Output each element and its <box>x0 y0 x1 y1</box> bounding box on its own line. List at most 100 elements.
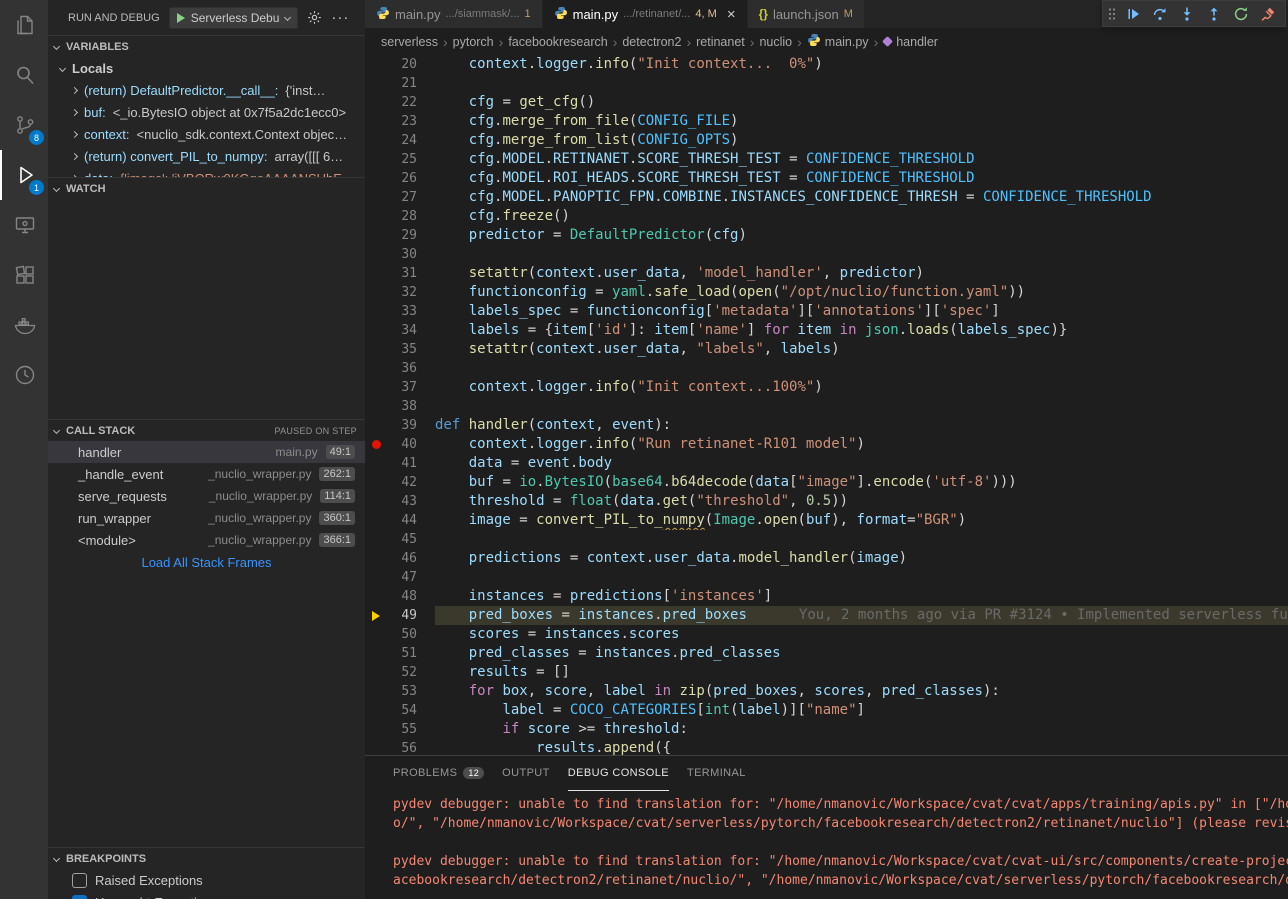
panel-tab-problems[interactable]: PROBLEMS12 <box>393 756 484 791</box>
code-line[interactable]: 30 <box>365 245 1288 264</box>
breadcrumb-item-main-py[interactable]: main.py <box>807 33 869 50</box>
activity-bar-item-plugin[interactable] <box>0 350 48 400</box>
tab-main-py[interactable]: main.py.../retinanet/...4, M× <box>543 0 747 28</box>
variable-row[interactable]: context:<nuclio_sdk.context.Context obje… <box>48 123 365 145</box>
code-line[interactable]: 48 instances = predictions['instances'] <box>365 587 1288 606</box>
panel-tab-terminal[interactable]: TERMINAL <box>687 756 746 791</box>
code-line[interactable]: 56 results.append({ <box>365 739 1288 755</box>
code-line[interactable]: 47 <box>365 568 1288 587</box>
code-line[interactable]: 42 buf = io.BytesIO(base64.b64decode(dat… <box>365 473 1288 492</box>
stack-frame-row[interactable]: handlermain.py49:1 <box>48 441 365 463</box>
code-line[interactable]: 52 results = [] <box>365 663 1288 682</box>
activity-bar-item-run-and-debug[interactable]: 1 <box>0 150 48 200</box>
code-line[interactable]: 49 pred_boxes = instances.pred_boxesYou,… <box>365 606 1288 625</box>
code-line[interactable]: 53 for box, score, label in zip(pred_box… <box>365 682 1288 701</box>
code-line[interactable]: 38 <box>365 397 1288 416</box>
code-line[interactable]: 29 predictor = DefaultPredictor(cfg) <box>365 226 1288 245</box>
code-line[interactable]: 51 pred_classes = instances.pred_classes <box>365 644 1288 663</box>
activity-bar-item-explorer[interactable] <box>0 0 48 50</box>
breakpoint-checkbox[interactable]: ✓ <box>72 895 87 899</box>
breadcrumb-item-nuclio[interactable]: nuclio <box>759 35 792 49</box>
debug-config-picker[interactable]: Serverless Debu <box>169 7 299 29</box>
code-line[interactable]: 22 cfg = get_cfg() <box>365 93 1288 112</box>
stack-frame-row[interactable]: run_wrapper_nuclio_wrapper.py360:1 <box>48 507 365 529</box>
code-line[interactable]: 34 labels = {item['id']: item['name'] fo… <box>365 321 1288 340</box>
breadcrumb-item-serverless[interactable]: serverless <box>381 35 438 49</box>
breadcrumb-item-pytorch[interactable]: pytorch <box>453 35 494 49</box>
code-line[interactable]: 37 context.logger.info("Init context...1… <box>365 378 1288 397</box>
gutter-glyph-margin[interactable] <box>365 435 387 454</box>
debug-settings-gear-icon[interactable] <box>307 10 322 25</box>
code-line[interactable]: 46 predictions = context.user_data.model… <box>365 549 1288 568</box>
activity-bar-item-source-control[interactable]: 8 <box>0 100 48 150</box>
panel-tabs: PROBLEMS12 OUTPUT DEBUG CONSOLE TERMINAL <box>365 756 1288 791</box>
breadcrumb-label: detectron2 <box>622 35 681 49</box>
code-line[interactable]: 36 <box>365 359 1288 378</box>
code-line[interactable]: 26 cfg.MODEL.ROI_HEADS.SCORE_THRESH_TEST… <box>365 169 1288 188</box>
code-line[interactable]: 24 cfg.merge_from_list(CONFIG_OPTS) <box>365 131 1288 150</box>
variable-row[interactable]: data:{'image': 'iVBORw0KGgoAAAANSUhE… <box>48 167 365 177</box>
variable-row[interactable]: (return) convert_PIL_to_numpy:array([[[ … <box>48 145 365 167</box>
tab-close-icon[interactable]: × <box>727 7 736 22</box>
tab-main-py[interactable]: main.py.../siammask/...1 <box>365 0 542 28</box>
console-line: o/", "/home/nmanovic/Workspace/cvat/serv… <box>393 814 1288 833</box>
code-line[interactable]: 23 cfg.merge_from_file(CONFIG_FILE) <box>365 112 1288 131</box>
more-actions-icon[interactable]: ··· <box>331 13 349 23</box>
activity-bar-item-extensions[interactable] <box>0 250 48 300</box>
editor-code[interactable]: 20 context.logger.info("Init context... … <box>365 55 1288 755</box>
breakpoint-checkbox[interactable] <box>72 873 87 888</box>
code-line[interactable]: 43 threshold = float(data.get("threshold… <box>365 492 1288 511</box>
disconnect-button[interactable] <box>1255 2 1281 26</box>
code-line[interactable]: 45 <box>365 530 1288 549</box>
code-line[interactable]: 32 functionconfig = yaml.safe_load(open(… <box>365 283 1288 302</box>
breadcrumb-item-facebookresearch[interactable]: facebookresearch <box>508 35 607 49</box>
activity-bar-item-remote-explorer[interactable] <box>0 200 48 250</box>
activity-bar-item-docker[interactable] <box>0 300 48 350</box>
twistie-right-icon <box>71 86 78 93</box>
variable-row[interactable]: buf:<_io.BytesIO object at 0x7f5a2dc1ecc… <box>48 101 365 123</box>
code-line[interactable]: 28 cfg.freeze() <box>365 207 1288 226</box>
stack-frame-row[interactable]: _handle_event_nuclio_wrapper.py262:1 <box>48 463 365 485</box>
code-line[interactable]: 50 scores = instances.scores <box>365 625 1288 644</box>
debug-console-output[interactable]: pydev debugger: unable to find translati… <box>365 791 1288 899</box>
variable-row[interactable]: (return) DefaultPredictor.__call__:{'ins… <box>48 79 365 101</box>
code-line[interactable]: 31 setattr(context.user_data, 'model_han… <box>365 264 1288 283</box>
call-stack-section-header[interactable]: CALL STACK PAUSED ON STEP <box>48 419 365 441</box>
code-line[interactable]: 21 <box>365 74 1288 93</box>
stack-frame-row[interactable]: <module>_nuclio_wrapper.py366:1 <box>48 529 365 551</box>
step-into-button[interactable] <box>1174 2 1200 26</box>
scope-locals[interactable]: Locals <box>48 57 365 79</box>
code-line[interactable]: 44 image = convert_PIL_to_numpy(Image.op… <box>365 511 1288 530</box>
code-line[interactable]: 41 data = event.body <box>365 454 1288 473</box>
panel-tab-debug-console[interactable]: DEBUG CONSOLE <box>568 756 669 791</box>
breakpoint-row[interactable]: ✓Uncaught Exceptions <box>48 891 365 899</box>
activity-bar-item-search[interactable] <box>0 50 48 100</box>
breadcrumb-item-handler[interactable]: handler <box>883 35 938 49</box>
code-line[interactable]: 40 context.logger.info("Run retinanet-R1… <box>365 435 1288 454</box>
load-all-stack-frames-link[interactable]: Load All Stack Frames <box>48 551 365 573</box>
code-line[interactable]: 54 label = COCO_CATEGORIES[int(label)]["… <box>365 701 1288 720</box>
step-out-button[interactable] <box>1201 2 1227 26</box>
watch-section-header[interactable]: WATCH <box>48 177 365 199</box>
restart-button[interactable] <box>1228 2 1254 26</box>
code-line[interactable]: 33 labels_spec = functionconfig['metadat… <box>365 302 1288 321</box>
breadcrumb-item-detectron2[interactable]: detectron2 <box>622 35 681 49</box>
code-line[interactable]: 39def handler(context, event): <box>365 416 1288 435</box>
code-line[interactable]: 25 cfg.MODEL.RETINANET.SCORE_THRESH_TEST… <box>365 150 1288 169</box>
breakpoint-row[interactable]: Raised Exceptions <box>48 869 365 891</box>
code-line[interactable]: 35 setattr(context.user_data, "labels", … <box>365 340 1288 359</box>
toolbar-drag-handle-icon[interactable] <box>1107 6 1117 22</box>
python-icon <box>807 33 821 50</box>
stack-frame-file: _nuclio_wrapper.py <box>208 533 319 547</box>
panel-tab-output[interactable]: OUTPUT <box>502 756 550 791</box>
breakpoints-section-header[interactable]: BREAKPOINTS <box>48 847 365 869</box>
code-line[interactable]: 20 context.logger.info("Init context... … <box>365 55 1288 74</box>
continue-button[interactable] <box>1120 2 1146 26</box>
step-over-button[interactable] <box>1147 2 1173 26</box>
tab-launch-json[interactable]: {}launch.jsonM <box>748 0 864 28</box>
code-line[interactable]: 27 cfg.MODEL.PANOPTIC_FPN.COMBINE.INSTAN… <box>365 188 1288 207</box>
variables-section-header[interactable]: VARIABLES <box>48 35 365 57</box>
stack-frame-row[interactable]: serve_requests_nuclio_wrapper.py114:1 <box>48 485 365 507</box>
code-line[interactable]: 55 if score >= threshold: <box>365 720 1288 739</box>
breadcrumb-item-retinanet[interactable]: retinanet <box>696 35 745 49</box>
